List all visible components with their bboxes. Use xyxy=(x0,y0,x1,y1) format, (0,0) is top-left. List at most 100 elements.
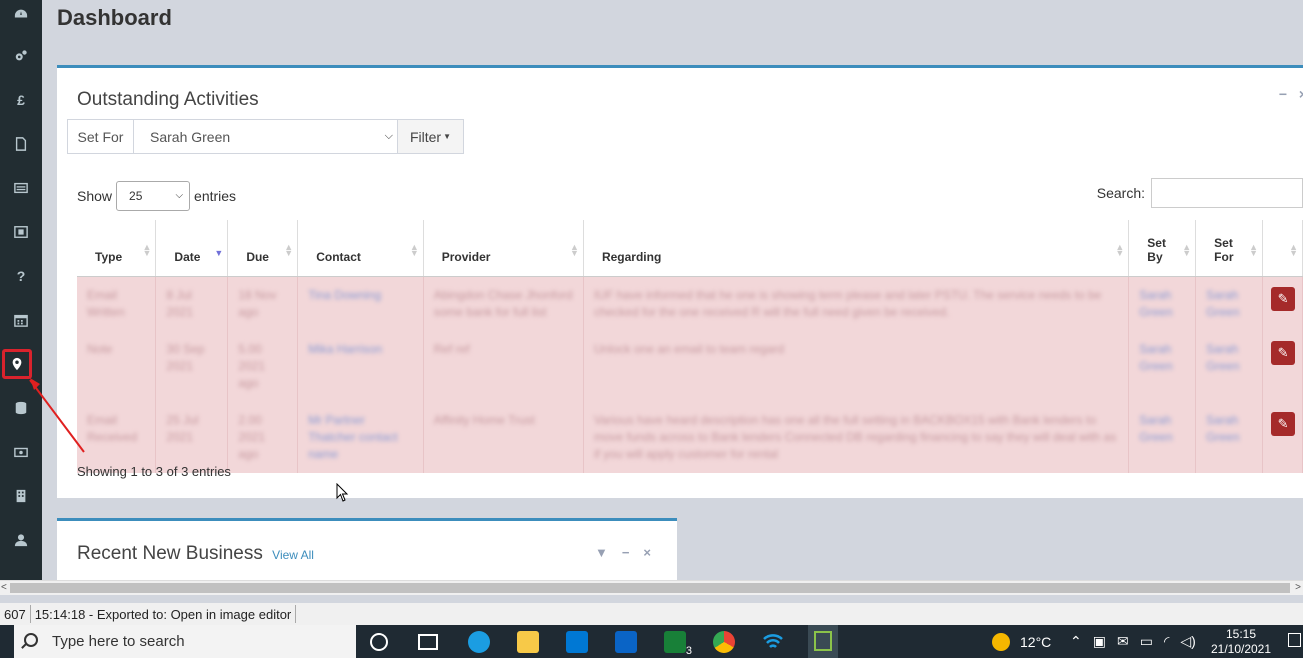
cell-due: 18 Nov ago xyxy=(227,276,299,331)
mail-icon[interactable] xyxy=(615,631,637,653)
task-view-icon[interactable] xyxy=(418,634,438,650)
map-marker-icon[interactable] xyxy=(2,349,32,379)
sidebar: £ ? xyxy=(0,0,42,580)
edit-icon[interactable]: ✎ xyxy=(1271,411,1296,436)
page-title: Dashboard xyxy=(57,5,172,30)
weather-widget[interactable]: 12°C xyxy=(992,625,1051,658)
set-for-select[interactable]: Sarah Green ⌵ xyxy=(134,120,397,153)
box-title: Outstanding Activities xyxy=(77,89,259,110)
recent-new-business-box: Recent New Business View All ▼ − × xyxy=(57,518,677,580)
collapse-icon[interactable]: − xyxy=(1279,86,1287,102)
column-header-due[interactable]: Due ▲ ▼ xyxy=(227,220,299,277)
close-icon[interactable]: × xyxy=(643,545,651,560)
battery-icon[interactable]: ▭ xyxy=(1140,633,1153,650)
database-icon[interactable] xyxy=(0,393,42,423)
status-message: 15:14:18 - Exported to: Open in image ed… xyxy=(31,605,297,623)
status-bar: 607 15:14:18 - Exported to: Open in imag… xyxy=(0,603,1303,625)
search-input[interactable] xyxy=(1151,178,1303,208)
box-tools: ▼ − × xyxy=(595,545,651,560)
notifications-icon[interactable] xyxy=(1288,633,1301,647)
cell-due: 5.00 2021 ago xyxy=(227,330,299,402)
wifi-icon[interactable] xyxy=(762,631,784,653)
close-icon[interactable]: × xyxy=(1299,86,1303,102)
set-for-value: Sarah Green xyxy=(150,128,231,145)
screenshot-icon[interactable] xyxy=(0,217,42,247)
list-icon[interactable] xyxy=(0,173,42,203)
table-row[interactable]: Email Written 8 Jul 2021 18 Nov ago Tina… xyxy=(77,276,1303,331)
question-icon[interactable]: ? xyxy=(0,261,42,291)
network-icon[interactable]: ◜ xyxy=(1164,633,1169,650)
volume-icon[interactable]: ◁) xyxy=(1180,633,1195,650)
cell-contact[interactable]: Tina Downing xyxy=(297,276,424,331)
greenshot-icon[interactable] xyxy=(808,625,838,658)
notes-icon[interactable]: ✉ xyxy=(1117,633,1129,650)
cell-set-for: Sarah Green xyxy=(1195,401,1264,473)
column-header-type[interactable]: Type ▲ ▼ xyxy=(77,220,157,277)
outstanding-activities-box: Outstanding Activities − × Set For Sarah… xyxy=(57,65,1303,498)
filter-label: Filter xyxy=(409,128,442,145)
scrollbar-thumb[interactable] xyxy=(10,583,1290,593)
mouse-cursor-icon xyxy=(336,483,349,502)
chevron-down-icon: ⌵ xyxy=(175,190,184,201)
temperature: 12°C xyxy=(1020,633,1052,650)
column-header-set-by[interactable]: Set By ▲ ▼ xyxy=(1128,220,1197,277)
edit-icon[interactable]: ✎ xyxy=(1271,340,1296,365)
pound-icon[interactable]: £ xyxy=(0,85,42,115)
table-row[interactable]: Email Received 25 Jul 2021 2.00 2021 ago… xyxy=(77,401,1303,473)
column-header-date[interactable]: Date ▼ xyxy=(155,220,229,277)
column-header-contact[interactable]: Contact ▲ ▼ xyxy=(297,220,424,277)
column-header-provider[interactable]: Provider ▲ ▼ xyxy=(423,220,584,277)
clock-date: 21/10/2021 xyxy=(1210,642,1272,656)
filter-icon[interactable]: ▼ xyxy=(595,545,608,560)
entries-label: entries xyxy=(194,188,237,204)
dashboard-icon[interactable] xyxy=(0,0,42,28)
cell-contact[interactable]: Mr Partner Thatcher contact name xyxy=(297,401,424,473)
taskbar-search-placeholder: Type here to search xyxy=(52,633,185,650)
filter-button[interactable]: Filter ▼ xyxy=(397,120,463,153)
cell-regarding: Unlock one an email to team regard xyxy=(583,330,1130,402)
sheets-app-icon[interactable]: 3 xyxy=(664,631,692,657)
caret-down-icon: ▼ xyxy=(443,132,452,141)
set-for-label: Set For xyxy=(68,120,134,153)
cell-set-by: Sarah Green xyxy=(1128,276,1197,331)
file-explorer-icon[interactable] xyxy=(517,631,539,653)
clock[interactable]: 15:15 21/10/2021 xyxy=(1206,627,1276,657)
view-all-link[interactable]: View All xyxy=(272,548,314,562)
table-row[interactable]: Note 30 Sep 2021 5.00 2021 ago Mika Harr… xyxy=(77,330,1303,402)
collapse-icon[interactable]: − xyxy=(622,545,630,560)
calendar-icon[interactable] xyxy=(0,305,42,335)
box-title: Recent New Business View All xyxy=(77,543,314,565)
chevron-up-icon[interactable]: ⌃ xyxy=(1070,633,1082,650)
scroll-left-icon[interactable]: < xyxy=(1,581,7,595)
cell-type: Note xyxy=(77,330,157,402)
page-length-control: Show 25 ⌵ entries xyxy=(77,181,236,211)
file-icon[interactable] xyxy=(0,129,42,159)
show-label: Show xyxy=(77,188,113,204)
set-for-group: Set For Sarah Green ⌵ Filter ▼ xyxy=(67,119,464,154)
cell-provider: Ref ref xyxy=(423,330,584,402)
building-icon[interactable] xyxy=(0,481,42,511)
chevron-down-icon: ⌵ xyxy=(384,130,393,142)
edit-icon[interactable]: ✎ xyxy=(1271,286,1296,311)
meet-icon[interactable]: ▣ xyxy=(1093,633,1106,650)
edge-icon[interactable] xyxy=(468,631,490,653)
scroll-right-icon[interactable]: > xyxy=(1295,581,1301,595)
chrome-icon[interactable] xyxy=(713,631,735,653)
page-length-select[interactable]: 25 ⌵ xyxy=(116,181,191,211)
horizontal-scrollbar[interactable]: < > xyxy=(0,580,1303,595)
app-badge: 3 xyxy=(685,645,692,657)
activities-table: Type ▲ ▼ Date ▼ Due ▲ ▼ Contact ▲ ▼ Provider ▲ ▼ … xyxy=(77,220,1303,473)
cortana-icon[interactable] xyxy=(370,633,388,651)
cell-type: Email Received xyxy=(77,401,157,473)
cell-set-for: Sarah Green xyxy=(1195,330,1264,402)
cogs-icon[interactable] xyxy=(0,41,42,71)
cell-contact[interactable]: Mika Harrison xyxy=(297,330,424,402)
column-header-set-for[interactable]: Set For ▲ ▼ xyxy=(1195,220,1264,277)
taskbar-search[interactable]: Type here to search xyxy=(14,625,356,658)
column-header-regarding[interactable]: Regarding ▲ ▼ xyxy=(583,220,1130,277)
store-icon[interactable] xyxy=(566,631,588,653)
user-icon[interactable] xyxy=(0,525,42,555)
cell-provider: Affinity Home Trust xyxy=(423,401,584,473)
money-icon[interactable] xyxy=(0,437,42,467)
column-header-actions: ▲ ▼ xyxy=(1262,220,1303,277)
